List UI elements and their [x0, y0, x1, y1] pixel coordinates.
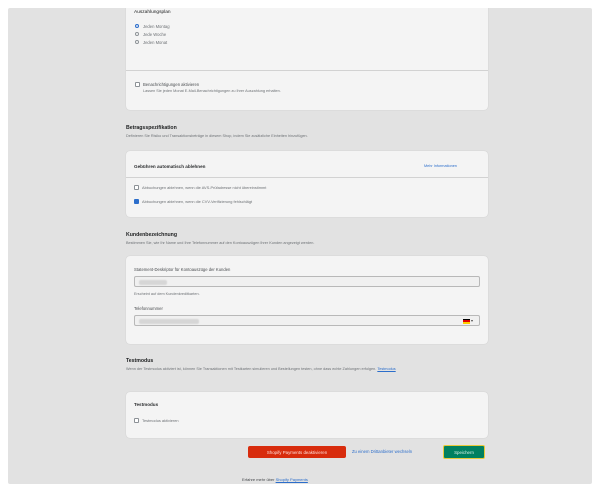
- fee-option-1-checkbox[interactable]: [134, 185, 139, 190]
- fee-section-title: Betragsspezifikation: [126, 125, 177, 131]
- radio-option-1-label: Jeden Montag: [143, 23, 170, 29]
- fee-card-divider: [126, 177, 488, 178]
- phone-label: Telefonnummer: [134, 306, 163, 311]
- payout-schedule-heading: Auszahlungsplan: [134, 10, 171, 15]
- phone-input[interactable]: [134, 315, 480, 326]
- test-description-link[interactable]: Testmodus: [377, 367, 395, 371]
- country-flag-select[interactable]: [463, 318, 476, 324]
- chevron-down-icon: [471, 320, 473, 322]
- flag-de-icon: [463, 318, 470, 324]
- customer-card: Statement-Deskriptor für Kontoauszüge de…: [126, 256, 488, 344]
- notify-help: Lassen Sie jeden Monat E-Mail-Benachrich…: [143, 89, 281, 93]
- test-card: Testmodus Testmodus aktivieren: [126, 392, 488, 438]
- radio-option-2[interactable]: [135, 32, 139, 36]
- footer-text: Erfahre mehr über Shopify Payments: [242, 477, 308, 482]
- radio-option-3[interactable]: [135, 40, 139, 44]
- settings-page: Auszahlungsplan Jeden Montag Jede Woche …: [8, 8, 592, 484]
- radio-option-2-label: Jede Woche: [143, 31, 167, 37]
- test-mode-label: Testmodus aktivieren: [142, 418, 179, 423]
- phone-input-placeholder: [139, 318, 199, 324]
- fee-option-2-label: Abbuchungen ablehnen, wenn die CVV-Verif…: [142, 199, 253, 204]
- test-section-title: Testmodus: [126, 358, 154, 364]
- radio-option-1[interactable]: [135, 24, 139, 28]
- payout-schedule-card: Auszahlungsplan Jeden Montag Jede Woche …: [126, 8, 488, 110]
- customer-section-title: Kundenbezeichnung: [126, 232, 178, 238]
- test-description-text: Wenn der Testmodus aktiviert ist, können…: [126, 367, 377, 371]
- fee-card: Gebühren automatisch ablehnen Mehr Infor…: [126, 151, 488, 217]
- statement-label: Statement-Deskriptor für Kontoauszüge de…: [134, 267, 231, 272]
- deactivate-button[interactable]: Shopify Payments deaktivieren: [248, 446, 346, 458]
- test-card-title: Testmodus: [134, 402, 159, 407]
- fee-section-description: Definieren Sie Risiko und Transaktionsbe…: [126, 134, 308, 138]
- fee-option-2-checkbox[interactable]: [134, 199, 139, 204]
- radio-option-3-label: Jeden Monat: [143, 39, 168, 45]
- notify-checkbox[interactable]: [135, 82, 140, 87]
- statement-input-placeholder: [139, 279, 167, 285]
- fee-option-1-label: Abbuchungen ablehnen, wenn die AVS-Prüfa…: [142, 185, 267, 190]
- test-section-description: Wenn der Testmodus aktiviert ist, können…: [126, 367, 476, 372]
- save-button[interactable]: Speichern: [443, 445, 485, 459]
- notify-label: Benachrichtigungen aktivieren: [143, 82, 200, 87]
- statement-help: Erscheint auf dem Kundenkreditkarten.: [134, 292, 200, 296]
- footer-link[interactable]: Shopify Payments: [276, 477, 308, 482]
- fee-card-title: Gebühren automatisch ablehnen: [134, 164, 206, 169]
- payout-divider: [126, 70, 488, 71]
- statement-input[interactable]: [134, 276, 480, 287]
- switch-provider-link[interactable]: Zu einem Drittanbieter wechseln: [352, 449, 412, 454]
- customer-section-description: Bestimmen Sie, wie Ihr Name und Ihre Tel…: [126, 241, 315, 245]
- test-mode-checkbox[interactable]: [134, 418, 139, 423]
- footer-prefix: Erfahre mehr über: [242, 477, 275, 482]
- more-info-link[interactable]: Mehr Informationen: [424, 164, 457, 168]
